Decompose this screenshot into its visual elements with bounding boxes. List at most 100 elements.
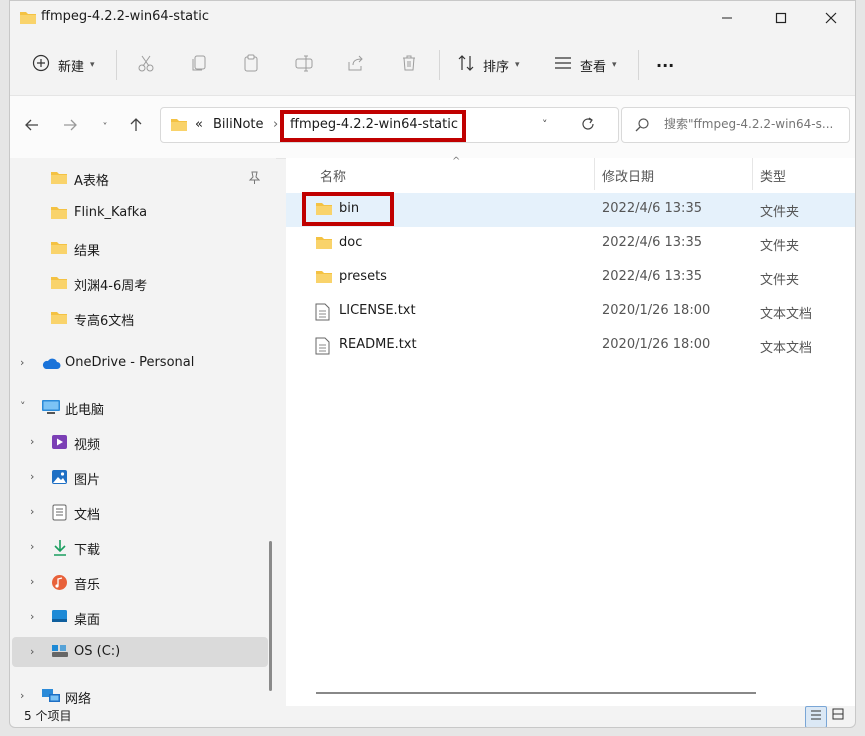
status-item-count: 5 个项目: [24, 709, 72, 723]
sidebar-item-results[interactable]: 结果: [10, 233, 266, 263]
sidebar-scrollbar[interactable]: [269, 541, 272, 691]
folder-icon: [170, 117, 188, 136]
chevron-right-icon[interactable]: ›: [30, 575, 42, 589]
file-type: 文本文档: [760, 307, 813, 322]
chevron-down-icon[interactable]: ˅: [542, 118, 548, 131]
sidebar-item-downloads[interactable]: › 下载: [10, 532, 266, 562]
sidebar-item-label: A表格: [74, 174, 109, 189]
file-type: 文本文档: [760, 341, 813, 356]
sidebar-item-music[interactable]: › 音乐: [10, 567, 266, 597]
plus-circle-icon: [32, 54, 50, 76]
video-icon: [51, 434, 68, 454]
chevron-right-icon[interactable]: ›: [30, 540, 42, 554]
file-name: README.txt: [339, 337, 417, 352]
refresh-icon[interactable]: [580, 116, 596, 136]
chevron-down-icon: ˅: [102, 121, 108, 133]
sidebar-item-zhuangao-docs[interactable]: 专高6文档: [10, 303, 266, 333]
chevron-right-icon[interactable]: ›: [30, 505, 42, 519]
close-button[interactable]: [808, 1, 854, 34]
sidebar-item-label: 刘渊4-6周考: [74, 279, 148, 294]
red-highlight-box: [302, 192, 394, 226]
new-label: 新建: [58, 59, 85, 75]
file-type: 文件夹: [760, 239, 800, 254]
copy-button[interactable]: [190, 50, 208, 80]
search-box[interactable]: [621, 107, 850, 143]
table-row[interactable]: LICENSE.txt 2020/1/26 18:00 文本文档: [286, 295, 855, 329]
file-name: presets: [339, 269, 387, 284]
chevron-right-icon[interactable]: ›: [30, 470, 42, 484]
back-button[interactable]: [19, 114, 45, 140]
divider: [439, 50, 440, 80]
sidebar-item-videos[interactable]: › 视频: [10, 427, 266, 457]
folder-icon: [50, 310, 68, 329]
sidebar-item-label: 桌面: [74, 613, 101, 628]
red-highlight-box: [280, 110, 466, 142]
sort-button[interactable]: 排序 ▾: [457, 50, 520, 80]
forward-button[interactable]: [57, 114, 83, 140]
trash-icon: [400, 54, 418, 76]
table-row[interactable]: README.txt 2020/1/26 18:00 文本文档: [286, 329, 855, 363]
chevron-right-icon[interactable]: ›: [30, 645, 42, 659]
music-icon: [51, 574, 68, 595]
file-date: 2022/4/6 13:35: [602, 269, 702, 284]
sidebar-item-label: 专高6文档: [74, 314, 135, 329]
share-button[interactable]: [347, 50, 365, 80]
table-row[interactable]: presets 2022/4/6 13:35 文件夹: [286, 261, 855, 295]
rename-button[interactable]: [295, 50, 313, 80]
file-name: doc: [339, 235, 363, 250]
arrow-up-icon: [128, 117, 144, 137]
folder-icon: [315, 235, 333, 254]
cut-button[interactable]: [137, 50, 155, 80]
network-icon: [41, 688, 61, 708]
sidebar-item-label: 音乐: [74, 578, 101, 593]
sidebar-item-documents[interactable]: › 文档: [10, 497, 266, 527]
tiles-view-button[interactable]: [828, 706, 848, 726]
chevron-right-icon[interactable]: ›: [20, 689, 32, 703]
horizontal-scrollbar[interactable]: [316, 692, 756, 694]
paste-button[interactable]: [242, 50, 260, 80]
sidebar-item-label: 图片: [74, 473, 101, 488]
search-input[interactable]: [662, 116, 846, 132]
overflow-icon[interactable]: «: [195, 117, 203, 132]
view-button[interactable]: 查看 ▾: [554, 50, 617, 80]
sort-icon: [457, 54, 475, 76]
sidebar-item-a-table[interactable]: A表格: [10, 163, 266, 193]
chevron-right-icon[interactable]: ›: [30, 435, 42, 449]
file-date: 2022/4/6 13:35: [602, 235, 702, 250]
sidebar-item-label: 文档: [74, 508, 101, 523]
breadcrumb-bilinote[interactable]: BiliNote: [213, 117, 264, 132]
sidebar-item-this-pc[interactable]: ˅ 此电脑: [10, 392, 266, 422]
cloud-icon: [41, 357, 61, 374]
clipboard-icon: [242, 54, 260, 76]
new-button[interactable]: 新建 ▾: [32, 50, 95, 80]
delete-button[interactable]: [400, 50, 418, 80]
view-label: 查看: [580, 59, 607, 75]
folder-icon: [315, 269, 333, 288]
sidebar-item-flink-kafka[interactable]: Flink_Kafka: [10, 198, 266, 228]
maximize-button[interactable]: [758, 1, 804, 34]
column-divider[interactable]: [752, 158, 753, 190]
sidebar-item-label: 网络: [65, 692, 92, 707]
chevron-down-icon: ▾: [515, 60, 520, 70]
sidebar-item-onedrive[interactable]: › OneDrive - Personal: [10, 348, 266, 378]
copy-icon: [190, 54, 208, 76]
details-view-button[interactable]: [805, 706, 827, 727]
divider: [638, 50, 639, 80]
chevron-down-icon[interactable]: ˅: [20, 400, 32, 414]
more-options-button[interactable]: ···: [656, 50, 674, 80]
chevron-right-icon[interactable]: ›: [30, 610, 42, 624]
details-view-icon: [810, 709, 822, 725]
sidebar-item-pictures[interactable]: › 图片: [10, 462, 266, 492]
table-row[interactable]: doc 2022/4/6 13:35 文件夹: [286, 227, 855, 261]
sidebar-item-label: OS (C:): [74, 644, 121, 659]
up-button[interactable]: [123, 114, 149, 140]
sidebar-item-desktop[interactable]: › 桌面: [10, 602, 266, 632]
recent-locations-button[interactable]: ˅: [92, 114, 118, 140]
chevron-right-icon[interactable]: ›: [20, 356, 32, 370]
sidebar-item-os-drive[interactable]: › OS (C:): [12, 637, 268, 667]
column-divider[interactable]: [594, 158, 595, 190]
minimize-button[interactable]: [704, 1, 750, 34]
pin-icon[interactable]: [248, 171, 261, 189]
arrow-right-icon: [62, 117, 78, 137]
sidebar-item-liuyuan-exam[interactable]: 刘渊4-6周考: [10, 268, 266, 298]
